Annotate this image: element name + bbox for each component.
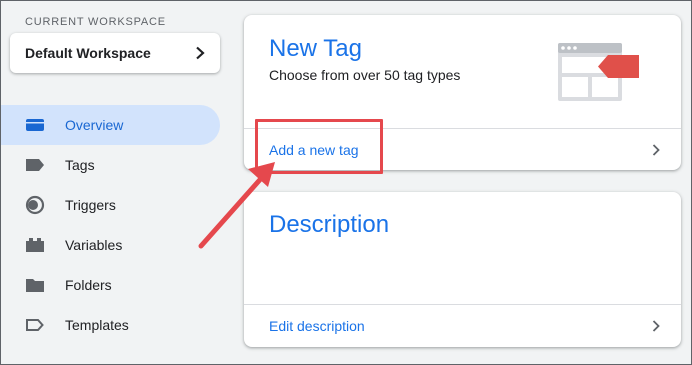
sidebar-item-variables[interactable]: Variables xyxy=(0,225,220,265)
overview-icon xyxy=(25,115,45,135)
description-title: Description xyxy=(269,211,390,238)
sidebar-item-label: Overview xyxy=(65,117,124,133)
sidebar-item-overview[interactable]: Overview xyxy=(0,105,220,145)
workspace-selector[interactable]: Default Workspace xyxy=(10,33,220,73)
sidebar-item-tags[interactable]: Tags xyxy=(0,145,220,185)
variables-icon xyxy=(25,235,45,255)
folder-icon xyxy=(25,275,45,295)
sidebar-item-label: Variables xyxy=(65,237,123,253)
workspace-name: Default Workspace xyxy=(25,45,151,61)
tag-illustration-icon xyxy=(558,43,639,101)
sidebar: CURRENT WORKSPACE Default Workspace Over… xyxy=(0,0,232,365)
annotation-highlight-box xyxy=(255,119,383,174)
template-icon xyxy=(25,315,45,335)
sidebar-item-label: Triggers xyxy=(65,197,116,213)
sidebar-item-label: Templates xyxy=(65,317,129,333)
sidebar-nav: Overview Tags Triggers Variables Folders xyxy=(0,105,232,345)
chevron-right-icon xyxy=(652,319,660,332)
chevron-right-icon xyxy=(652,143,660,156)
description-card: Description Edit description xyxy=(244,192,681,347)
sidebar-item-triggers[interactable]: Triggers xyxy=(0,185,220,225)
sidebar-item-label: Tags xyxy=(65,157,95,173)
new-tag-title: New Tag xyxy=(269,35,362,62)
trigger-icon xyxy=(25,195,45,215)
sidebar-item-folders[interactable]: Folders xyxy=(0,265,220,305)
workspace-label: CURRENT WORKSPACE xyxy=(25,16,166,28)
chevron-right-icon xyxy=(196,46,205,60)
new-tag-subtitle: Choose from over 50 tag types xyxy=(269,67,461,83)
edit-description-link[interactable]: Edit description xyxy=(269,318,365,334)
sidebar-item-templates[interactable]: Templates xyxy=(0,305,220,345)
sidebar-item-label: Folders xyxy=(65,277,112,293)
edit-description-row[interactable]: Edit description xyxy=(244,304,681,346)
tag-icon xyxy=(25,155,45,175)
